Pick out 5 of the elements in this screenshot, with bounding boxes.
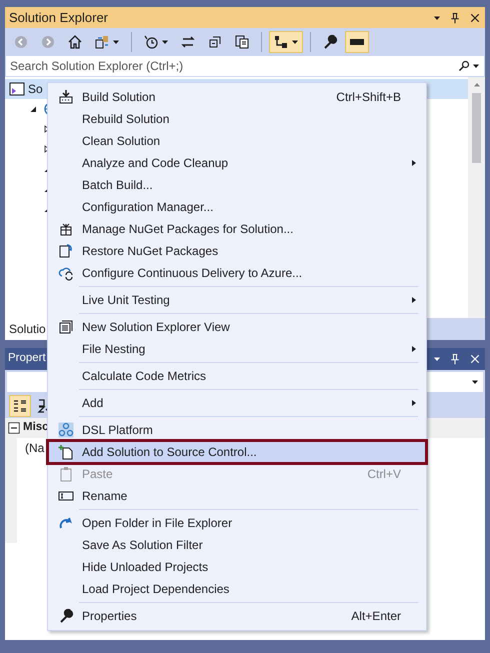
property-name: (Na xyxy=(24,440,44,457)
panel-title: Propert xyxy=(8,351,47,366)
category-label: Misc xyxy=(23,420,49,436)
panel-title: Solution Explorer xyxy=(9,8,109,27)
tree-item-label: So xyxy=(28,81,43,98)
